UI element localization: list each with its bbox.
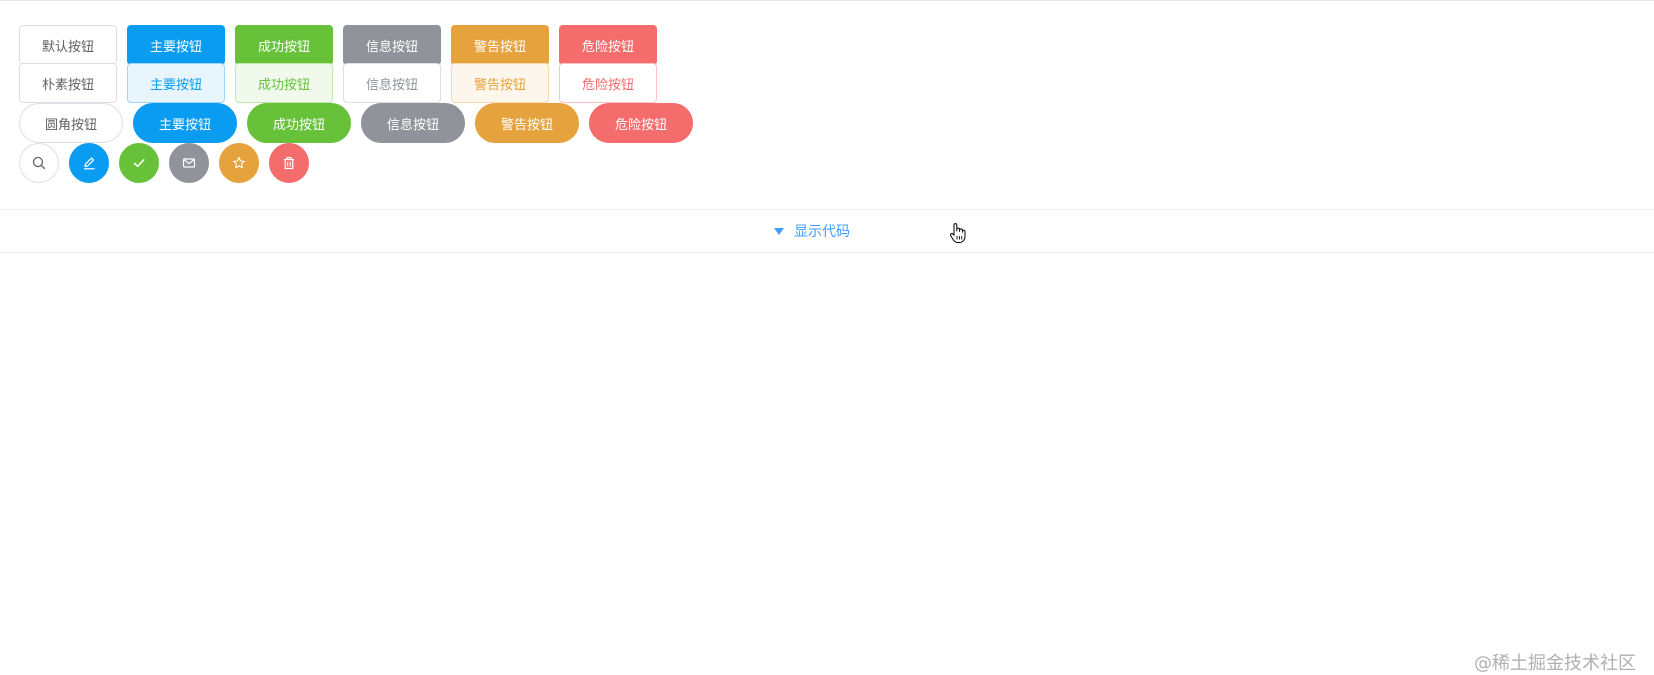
button-demo: 默认按钮 主要按钮 成功按钮 信息按钮 警告按钮 危险按钮 朴素按钮 主要按钮 … xyxy=(19,25,703,183)
hand-cursor-icon xyxy=(949,222,967,248)
circle-delete-button[interactable] xyxy=(269,143,309,183)
star-icon xyxy=(232,156,246,170)
danger-button[interactable]: 危险按钮 xyxy=(559,25,657,65)
show-code-label: 显示代码 xyxy=(794,221,850,241)
mail-icon xyxy=(182,156,196,170)
plain-primary-button[interactable]: 主要按钮 xyxy=(127,63,225,103)
round-danger-button[interactable]: 危险按钮 xyxy=(589,103,693,143)
watermark: @稀土掘金技术社区 xyxy=(1474,649,1636,675)
round-primary-button[interactable]: 主要按钮 xyxy=(133,103,237,143)
show-code-toggle[interactable]: 显示代码 xyxy=(0,209,1654,253)
circle-star-button[interactable] xyxy=(219,143,259,183)
primary-button[interactable]: 主要按钮 xyxy=(127,25,225,65)
circle-buttons-row xyxy=(19,143,703,183)
plain-danger-button[interactable]: 危险按钮 xyxy=(559,63,657,103)
caret-down-icon xyxy=(774,228,784,235)
search-icon xyxy=(32,156,46,170)
circle-edit-button[interactable] xyxy=(69,143,109,183)
round-warning-button[interactable]: 警告按钮 xyxy=(475,103,579,143)
plain-success-button[interactable]: 成功按钮 xyxy=(235,63,333,103)
success-button[interactable]: 成功按钮 xyxy=(235,25,333,65)
plain-default-button[interactable]: 朴素按钮 xyxy=(19,63,117,103)
round-default-button[interactable]: 圆角按钮 xyxy=(19,103,123,143)
info-button[interactable]: 信息按钮 xyxy=(343,25,441,65)
round-success-button[interactable]: 成功按钮 xyxy=(247,103,351,143)
check-icon xyxy=(132,156,146,170)
plain-buttons-row: 朴素按钮 主要按钮 成功按钮 信息按钮 警告按钮 危险按钮 xyxy=(19,63,703,103)
default-button[interactable]: 默认按钮 xyxy=(19,25,117,65)
edit-icon xyxy=(82,156,96,170)
round-buttons-row: 圆角按钮 主要按钮 成功按钮 信息按钮 警告按钮 危险按钮 xyxy=(19,103,703,143)
circle-check-button[interactable] xyxy=(119,143,159,183)
plain-info-button[interactable]: 信息按钮 xyxy=(343,63,441,103)
warning-button[interactable]: 警告按钮 xyxy=(451,25,549,65)
plain-warning-button[interactable]: 警告按钮 xyxy=(451,63,549,103)
round-info-button[interactable]: 信息按钮 xyxy=(361,103,465,143)
circle-mail-button[interactable] xyxy=(169,143,209,183)
default-buttons-row: 默认按钮 主要按钮 成功按钮 信息按钮 警告按钮 危险按钮 xyxy=(19,25,703,65)
top-divider xyxy=(0,0,1654,1)
delete-icon xyxy=(282,156,296,170)
circle-search-button[interactable] xyxy=(19,143,59,183)
